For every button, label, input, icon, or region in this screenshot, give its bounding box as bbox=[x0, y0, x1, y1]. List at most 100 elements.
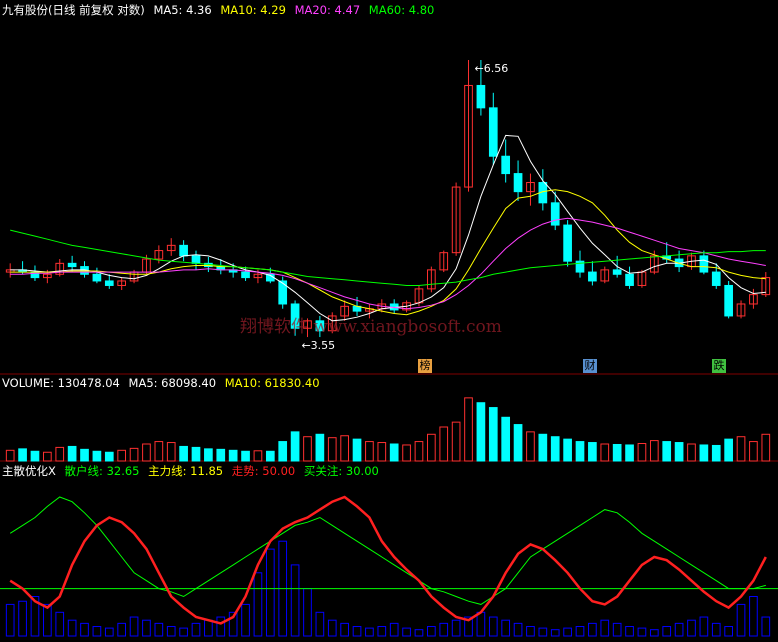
main-force-bar bbox=[154, 622, 164, 637]
ma-line-ma60 bbox=[10, 229, 766, 286]
volume-bar bbox=[711, 444, 721, 462]
volume-bar bbox=[550, 436, 560, 462]
main-line-label: 主力线: 11.85 bbox=[148, 464, 224, 478]
ma20-label: MA20: 4.47 bbox=[294, 3, 361, 17]
volume-bar bbox=[575, 441, 585, 462]
candle-body bbox=[278, 280, 288, 305]
volume-bar bbox=[303, 436, 312, 462]
main-force-bar bbox=[538, 627, 548, 637]
volume-bar bbox=[67, 445, 77, 462]
volume-bar bbox=[117, 449, 127, 462]
candle-body bbox=[191, 255, 201, 264]
volume-bar bbox=[488, 407, 498, 462]
volume-bar bbox=[228, 449, 238, 462]
main-force-bar bbox=[340, 622, 349, 637]
main-force-bar bbox=[67, 619, 77, 637]
main-force-bar bbox=[352, 626, 362, 637]
volume-bar bbox=[18, 448, 27, 462]
volume-bar bbox=[327, 437, 337, 462]
main-force-bar bbox=[637, 627, 647, 637]
main-force-bar bbox=[600, 619, 610, 637]
volume-bar bbox=[104, 451, 114, 462]
main-force-bar bbox=[191, 622, 201, 637]
main-force-bar bbox=[414, 629, 424, 637]
candle-body bbox=[241, 271, 250, 279]
volume-bar bbox=[340, 435, 349, 462]
main-force-bar bbox=[699, 616, 709, 637]
main-force-bar bbox=[142, 619, 151, 637]
main-force-bar bbox=[724, 626, 733, 637]
trend-line bbox=[9, 495, 767, 625]
volume-ma5-label: MA5: 68098.40 bbox=[128, 376, 217, 390]
main-force-bar bbox=[513, 622, 523, 637]
main-force-bar bbox=[501, 619, 511, 637]
volume-bar bbox=[674, 442, 684, 462]
chart-stage: ←6.56 ←3.55 九有股份(日线 前复权 对数) MA5: 4.36 MA1… bbox=[0, 0, 778, 638]
main-force-bar bbox=[674, 622, 684, 637]
badge-rank[interactable]: 榜 bbox=[418, 359, 432, 373]
candle-body bbox=[501, 155, 511, 175]
volume-bar bbox=[179, 445, 188, 462]
main-force-bar bbox=[662, 626, 672, 637]
badge-finance[interactable]: 财 bbox=[583, 359, 597, 373]
main-force-bar bbox=[303, 588, 312, 637]
main-force-bar bbox=[612, 622, 622, 637]
volume-bar bbox=[538, 433, 548, 462]
volume-bar bbox=[637, 443, 647, 462]
indicator-name: 主散优化X bbox=[2, 464, 56, 478]
volume-bar bbox=[699, 444, 709, 462]
stock-label: 九有股份(日线 前复权 对数) bbox=[2, 3, 145, 17]
retail-line-label: 散户线: 32.65 bbox=[64, 464, 140, 478]
volume-bar bbox=[588, 442, 597, 462]
main-force-bar bbox=[166, 626, 176, 637]
badge-drop[interactable]: 跌 bbox=[712, 359, 726, 373]
volume-bar bbox=[501, 416, 511, 462]
candle-body bbox=[179, 244, 188, 257]
ma10-label: MA10: 4.29 bbox=[220, 3, 286, 17]
volume-bar bbox=[166, 442, 176, 462]
main-force-bar bbox=[439, 622, 449, 637]
low-price-label: ←3.55 bbox=[301, 339, 335, 352]
main-force-bar bbox=[204, 619, 213, 637]
main-force-bar bbox=[55, 611, 65, 637]
main-force-bar bbox=[649, 629, 659, 637]
main-force-bar bbox=[625, 626, 634, 637]
candle-body bbox=[699, 255, 709, 273]
volume-bar bbox=[513, 424, 523, 462]
main-force-bar bbox=[216, 616, 226, 637]
main-force-bar bbox=[315, 611, 325, 637]
main-force-bar bbox=[377, 626, 387, 637]
volume-bar bbox=[352, 438, 362, 462]
main-force-bar bbox=[104, 627, 114, 637]
main-force-bar bbox=[327, 619, 337, 637]
volume-bar bbox=[142, 443, 151, 462]
volume-label: VOLUME: 130478.04 bbox=[2, 376, 120, 390]
main-force-bar bbox=[179, 627, 188, 637]
candle-body bbox=[550, 202, 560, 226]
main-force-bar bbox=[488, 616, 498, 637]
volume-bar bbox=[204, 448, 213, 462]
main-force-bar bbox=[290, 564, 300, 637]
main-force-bar bbox=[736, 603, 746, 637]
volume-bar bbox=[5, 449, 15, 462]
main-force-bar bbox=[588, 622, 597, 637]
main-force-bar bbox=[253, 572, 263, 637]
ma-line-ma5 bbox=[10, 134, 766, 322]
volume-bar bbox=[662, 441, 672, 462]
volume-bar bbox=[687, 443, 696, 462]
watch-label: 买关注: 30.00 bbox=[303, 464, 379, 478]
volume-bar bbox=[563, 438, 572, 462]
volume-bar bbox=[649, 440, 659, 462]
watermark: 翔博软件 www.xiangbosoft.com bbox=[240, 317, 502, 337]
main-force-bar bbox=[117, 622, 127, 637]
volume-bar bbox=[526, 431, 535, 462]
volume-bar bbox=[389, 443, 399, 462]
indicator-header: 主散优化X 散户线: 32.65 主力线: 11.85 走势: 50.00 买关… bbox=[2, 463, 384, 479]
volume-bar bbox=[253, 450, 263, 462]
volume-bar bbox=[290, 431, 300, 462]
candle-body bbox=[711, 271, 721, 286]
ma60-label: MA60: 4.80 bbox=[368, 3, 435, 17]
ma-line-ma10 bbox=[10, 189, 766, 316]
candle-body bbox=[92, 273, 102, 282]
ma-line-ma20 bbox=[10, 217, 766, 310]
